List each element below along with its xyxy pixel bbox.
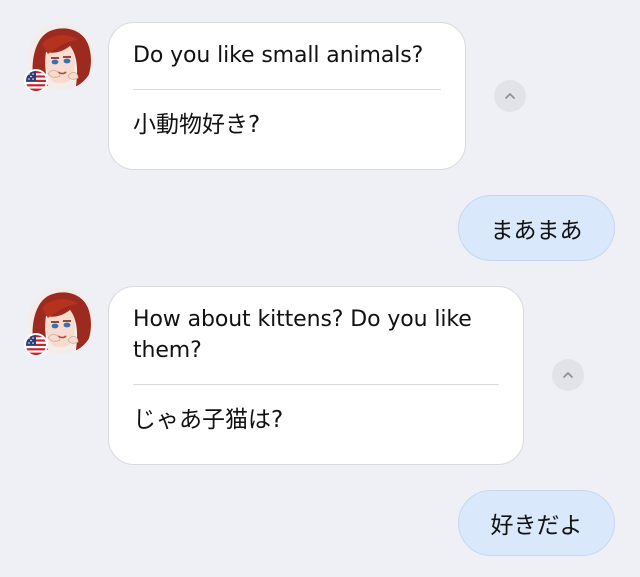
bot-bubble[interactable]: Do you like small animals? 小動物好き? [108, 22, 466, 170]
collapse-button[interactable] [552, 359, 584, 391]
english-text: Do you like small animals? [133, 43, 424, 68]
english-text: How about kittens? Do you like them? [133, 307, 472, 363]
chevron-up-icon [505, 93, 515, 99]
us-flag-icon [26, 71, 46, 91]
divider [133, 384, 499, 385]
flag-badge [24, 333, 48, 357]
japanese-text: 小動物好き? [133, 112, 261, 138]
user-bubble[interactable]: まあまあ [458, 195, 615, 261]
user-bubble[interactable]: 好きだよ [458, 490, 615, 556]
divider [133, 89, 441, 90]
japanese-text: じゃあ子猫は? [133, 407, 284, 433]
bot-bubble[interactable]: How about kittens? Do you like them? じゃあ… [108, 286, 524, 465]
flag-badge [24, 69, 48, 93]
user-text: まあまあ [490, 218, 583, 244]
us-flag-icon [26, 335, 46, 355]
chevron-up-icon [563, 372, 573, 378]
user-text: 好きだよ [490, 513, 583, 539]
collapse-button[interactable] [494, 80, 526, 112]
